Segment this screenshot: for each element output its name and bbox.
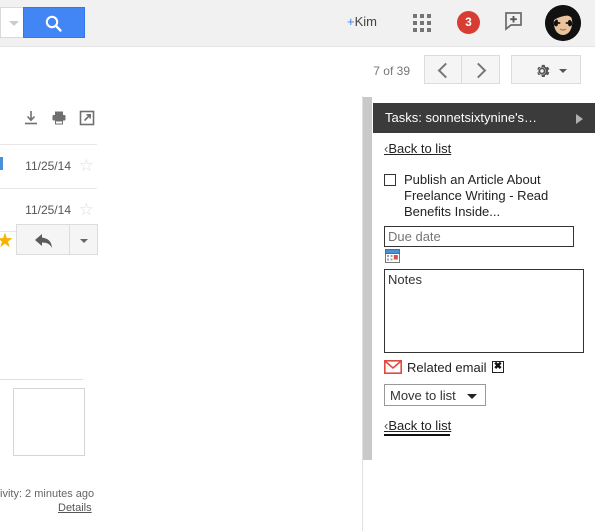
chevron-right-icon (470, 62, 487, 79)
profile-name-label: Kim (354, 14, 377, 29)
print-icon[interactable] (51, 110, 67, 126)
account-activity-text: ivity: 2 minutes ago (0, 488, 95, 500)
divider (0, 379, 83, 380)
notes-textarea[interactable] (384, 269, 584, 353)
chevron-down-icon (559, 69, 567, 73)
calendar-picker-icon[interactable] (385, 249, 400, 263)
google-plus-profile-link[interactable]: +Kim (347, 14, 377, 29)
scrollbar-thumb[interactable] (363, 97, 372, 460)
related-email-label[interactable]: Related email (407, 360, 487, 375)
share-post-icon[interactable] (504, 11, 526, 33)
search-options-button[interactable] (0, 7, 24, 38)
close-x-icon[interactable]: ✖ (492, 361, 504, 373)
move-to-list-dropdown[interactable]: Move to list (384, 384, 486, 406)
star-outline-icon[interactable]: ☆ (79, 157, 94, 174)
chevron-down-icon (80, 239, 88, 243)
move-to-list-label: Move to list (390, 388, 456, 403)
message-date: 11/25/14 (25, 159, 71, 173)
gear-icon (537, 64, 550, 77)
table-row[interactable]: 11/25/14 ☆ (0, 144, 97, 188)
notifications-badge[interactable]: 3 (457, 11, 480, 34)
message-toolbar-row: 7 of 39 (0, 47, 595, 96)
back-to-list-link-top[interactable]: ‹Back to list (384, 141, 451, 156)
pagination-nav-group (424, 55, 500, 84)
mail-content-area: 11/25/14 ☆ 11/25/14 ☆ ★ ivity: 2 minutes… (0, 96, 362, 531)
due-date-input[interactable] (384, 226, 574, 247)
apps-grid-icon[interactable] (413, 14, 431, 32)
tasks-panel-title: Tasks: sonnetsixtynine's… (385, 110, 538, 125)
search-button[interactable] (23, 7, 85, 38)
message-action-icons (23, 110, 95, 132)
checkbox-unchecked-icon[interactable] (384, 174, 396, 186)
settings-button[interactable] (511, 55, 581, 84)
star-outline-icon[interactable]: ☆ (79, 201, 94, 218)
reply-button[interactable] (16, 224, 70, 255)
triangle-right-icon[interactable] (576, 114, 583, 124)
back-to-list-label: Back to list (388, 418, 452, 433)
gmail-tasks-screen: +Kim 3 7 of 39 11/25/14 ☆ 11/25/14 ☆ ★ i… (0, 0, 595, 531)
popout-icon[interactable] (79, 110, 95, 126)
reply-arrow-icon (35, 234, 52, 248)
compose-reply-box[interactable] (13, 388, 85, 456)
chevron-down-icon (9, 21, 19, 26)
avatar[interactable] (545, 5, 581, 41)
reply-button-group (16, 224, 98, 255)
tasks-panel: Tasks: sonnetsixtynine's… ‹Back to list … (373, 96, 595, 531)
label-color-bar (0, 157, 3, 170)
gmail-envelope-icon (384, 360, 402, 374)
top-header-bar: +Kim 3 (0, 0, 595, 46)
previous-message-button[interactable] (424, 55, 462, 84)
panel-bottom-rule (384, 434, 450, 436)
task-title[interactable]: Publish an Article About Freelance Writi… (404, 172, 579, 220)
triangle-down-icon (467, 394, 477, 399)
pagination-count: 7 of 39 (373, 64, 410, 78)
search-icon (45, 15, 62, 32)
chevron-left-icon (437, 62, 454, 79)
reply-more-options-button[interactable] (70, 224, 98, 255)
tasks-panel-header[interactable]: Tasks: sonnetsixtynine's… (373, 103, 595, 133)
next-message-button[interactable] (462, 55, 500, 84)
account-details-link[interactable]: Details (58, 502, 92, 514)
star-filled-icon[interactable]: ★ (0, 231, 14, 251)
message-date: 11/25/14 (25, 203, 71, 217)
back-to-list-label: Back to list (388, 141, 452, 156)
back-to-list-link-bottom[interactable]: ‹Back to list (384, 418, 451, 433)
plus-symbol: + (347, 14, 355, 29)
download-icon[interactable] (23, 110, 39, 126)
